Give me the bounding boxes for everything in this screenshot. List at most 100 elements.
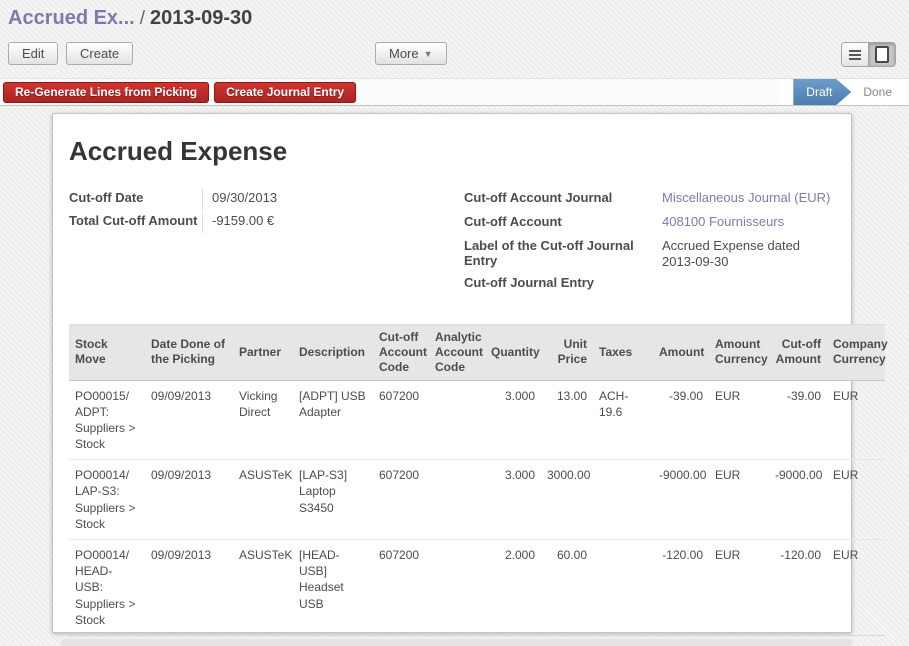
table-cell: PO00014/​HEAD-USB: Suppliers > Stock (69, 540, 145, 636)
field-group-right: Cut-off Account JournalMiscellaneous Jou… (464, 189, 835, 298)
regenerate-lines-button[interactable]: Re-Generate Lines from Picking (3, 82, 209, 103)
table-cell: [HEAD-USB] Headset USB (293, 540, 373, 636)
column-header[interactable]: Cut-off Amount (769, 324, 827, 380)
form-icon (875, 46, 889, 63)
column-header[interactable]: Amount (653, 324, 709, 380)
table-cell: EUR (709, 380, 769, 460)
column-header[interactable]: Analytic Account Code (429, 324, 485, 380)
column-header[interactable]: Unit Price (541, 324, 593, 380)
toolbar-left: Edit Create (8, 42, 137, 65)
table-cell: -120.00 (653, 540, 709, 636)
field-label: Label of the Cut-off Journal Entry (464, 237, 662, 271)
table-cell: 607200 (373, 540, 429, 636)
status-step-draft[interactable]: Draft (793, 79, 851, 105)
table-cell: ASUSTeK (233, 460, 293, 540)
table-cell: ASUSTeK (233, 540, 293, 636)
form-field-row: Label of the Cut-off Journal EntryAccrue… (464, 237, 835, 271)
field-value-link[interactable]: Miscellaneous Journal (EUR) (662, 189, 835, 210)
breadcrumb: Accrued Ex.../2013-09-30 (0, 0, 909, 37)
column-header[interactable]: Date Done of the Picking (145, 324, 233, 380)
table-cell (429, 460, 485, 540)
field-label: Cut-off Date (69, 189, 202, 210)
table-header-row: Stock MoveDate Done of the PickingPartne… (69, 324, 885, 380)
breadcrumb-parent-link[interactable]: Accrued Ex... (8, 7, 135, 29)
field-value-link[interactable]: 408100 Fournisseurs (662, 213, 835, 234)
edit-button[interactable]: Edit (8, 42, 58, 65)
horizontal-scrollbar[interactable] (61, 639, 853, 646)
list-icon (849, 50, 861, 60)
table-cell (593, 540, 653, 636)
create-journal-entry-button[interactable]: Create Journal Entry (214, 82, 356, 103)
table-row[interactable]: PO00015/​ADPT: Suppliers > Stock09/09/20… (69, 380, 885, 460)
status-step-done[interactable]: Done (863, 85, 892, 99)
table-cell: 607200 (373, 460, 429, 540)
accrual-lines-table: Stock MoveDate Done of the PickingPartne… (69, 324, 885, 636)
field-label: Cut-off Account (464, 213, 662, 234)
field-label: Cut-off Journal Entry (464, 274, 662, 295)
field-value: -9159.00 € (202, 212, 274, 233)
table-cell: EUR (827, 460, 885, 540)
column-header[interactable]: Taxes (593, 324, 653, 380)
column-header[interactable]: Amount Currency (709, 324, 769, 380)
table-cell: EUR (709, 540, 769, 636)
field-label: Cut-off Account Journal (464, 189, 662, 210)
more-dropdown-button[interactable]: More▼ (375, 42, 447, 65)
table-row[interactable]: PO00014/​HEAD-USB: Suppliers > Stock09/0… (69, 540, 885, 636)
more-label: More (389, 46, 419, 61)
table-cell: Vicking Direct (233, 380, 293, 460)
column-header[interactable]: Company Currency (827, 324, 885, 380)
column-header[interactable]: Stock Move (69, 324, 145, 380)
table-cell: 607200 (373, 380, 429, 460)
table-cell: [LAP-S3] Laptop S3450 (293, 460, 373, 540)
column-header[interactable]: Description (293, 324, 373, 380)
form-field-row: Cut-off Date09/30/2013 (69, 189, 464, 210)
table-cell: 09/09/2013 (145, 460, 233, 540)
statusbar: Re-Generate Lines from Picking Create Jo… (0, 78, 909, 106)
table-cell: -120.00 (769, 540, 827, 636)
view-switcher (841, 42, 896, 67)
table-cell: 09/09/2013 (145, 540, 233, 636)
table-cell: -39.00 (769, 380, 827, 460)
create-button[interactable]: Create (66, 42, 133, 65)
form-field-row: Total Cut-off Amount-9159.00 € (69, 212, 464, 233)
form-view-button[interactable] (868, 43, 895, 66)
toolbar-center: More▼ (375, 42, 447, 65)
field-value: 09/30/2013 (202, 189, 277, 210)
table-row[interactable]: PO00014/​LAP-S3: Suppliers > Stock09/09/… (69, 460, 885, 540)
table-cell: -9000.00 (653, 460, 709, 540)
field-value: Accrued Expense dated 2013-09-30 (662, 237, 835, 271)
table-cell: 13.00 (541, 380, 593, 460)
table-cell: 2.000 (485, 540, 541, 636)
table-cell (429, 380, 485, 460)
table-cell (593, 460, 653, 540)
table-cell: EUR (827, 380, 885, 460)
list-view-button[interactable] (842, 43, 868, 66)
form-groups: Cut-off Date09/30/2013Total Cut-off Amou… (69, 189, 835, 298)
table-cell: -9000.00 (769, 460, 827, 540)
table-cell: 3000.00 (541, 460, 593, 540)
table-cell: 09/09/2013 (145, 380, 233, 460)
table-cell: 3.000 (485, 460, 541, 540)
table-cell: EUR (709, 460, 769, 540)
field-group-left: Cut-off Date09/30/2013Total Cut-off Amou… (69, 189, 464, 298)
field-label: Total Cut-off Amount (69, 212, 202, 233)
form-field-row: Cut-off Account JournalMiscellaneous Jou… (464, 189, 835, 210)
table-cell: PO00014/​LAP-S3: Suppliers > Stock (69, 460, 145, 540)
column-header[interactable]: Partner (233, 324, 293, 380)
table-cell: -39.00 (653, 380, 709, 460)
form-sheet: Accrued Expense Cut-off Date09/30/2013To… (52, 113, 852, 633)
table-cell: EUR (827, 540, 885, 636)
breadcrumb-current: 2013-09-30 (150, 7, 252, 29)
breadcrumb-separator: / (140, 8, 145, 29)
toolbar: Edit Create More▼ (0, 37, 909, 71)
table-cell: ACH-19.6 (593, 380, 653, 460)
column-header[interactable]: Quantity (485, 324, 541, 380)
table-cell: PO00015/​ADPT: Suppliers > Stock (69, 380, 145, 460)
form-field-row: Cut-off Account408100 Fournisseurs (464, 213, 835, 234)
page-title: Accrued Expense (69, 136, 835, 167)
status-steps: Draft Done (779, 79, 906, 105)
table-cell: [ADPT] USB Adapter (293, 380, 373, 460)
table-cell: 60.00 (541, 540, 593, 636)
form-field-row: Cut-off Journal Entry (464, 274, 835, 295)
column-header[interactable]: Cut-off Account Code (373, 324, 429, 380)
